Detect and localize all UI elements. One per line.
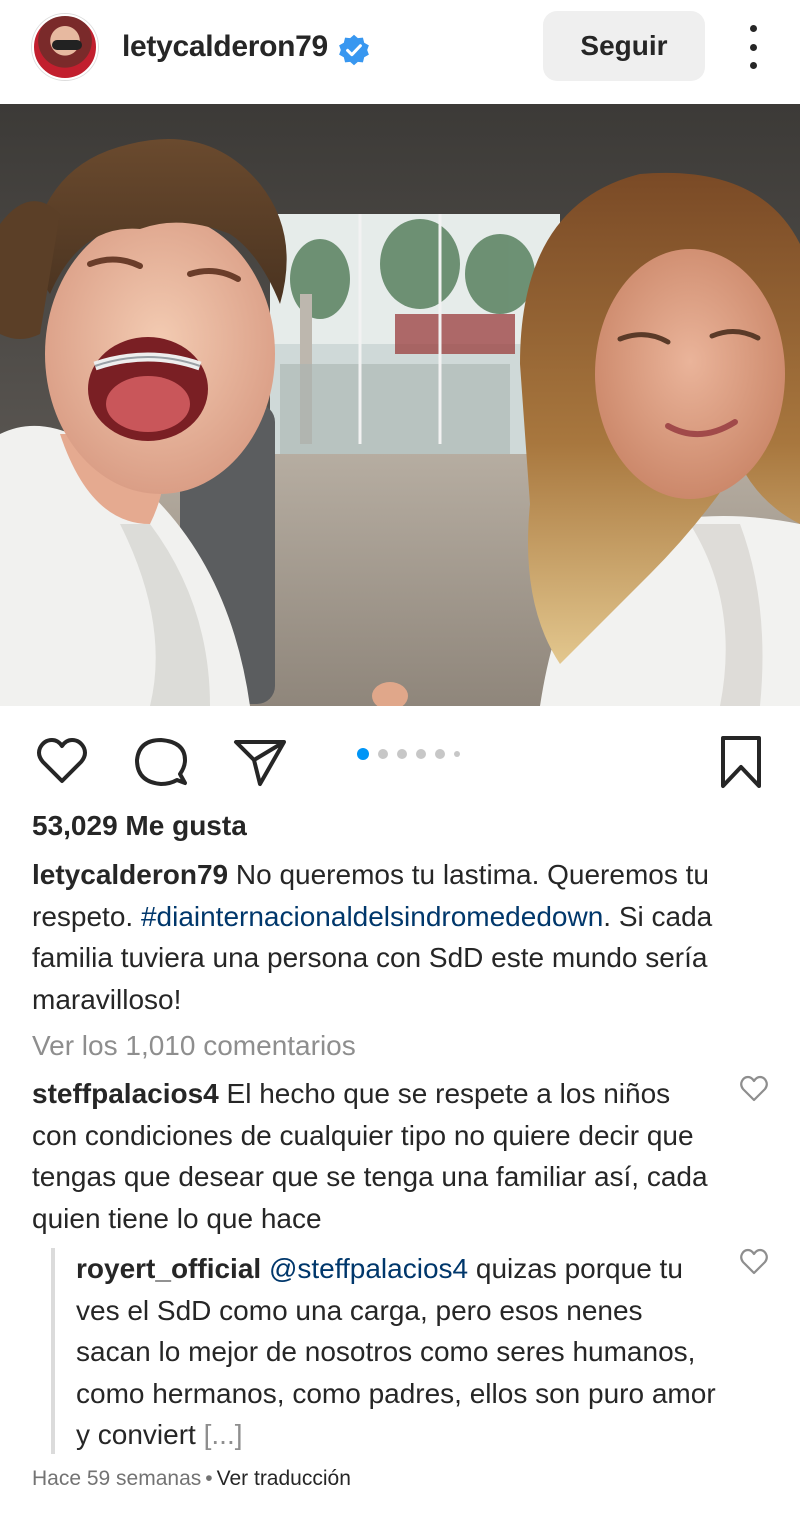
username[interactable]: letycalderon79 (122, 30, 328, 64)
post-timestamp: Hace 59 semanas (32, 1467, 202, 1490)
comment-reply: royert_official @steffpalacios4 quizas p… (76, 1248, 721, 1456)
carousel-dot[interactable] (378, 749, 388, 759)
carousel-dot[interactable] (397, 749, 407, 759)
avatar-glasses (52, 40, 82, 50)
carousel-dot[interactable] (435, 749, 445, 759)
post-photo-illustration (0, 104, 800, 706)
caption-hashtag[interactable]: #diainternacionaldelsindromededown (141, 901, 603, 932)
profile-avatar[interactable] (32, 14, 98, 80)
heart-icon[interactable] (34, 734, 90, 790)
comment: steffpalacios4 El hecho que se respete a… (32, 1073, 722, 1239)
likes-count[interactable]: 53,029 Me gusta (32, 810, 247, 842)
follow-button[interactable]: Seguir (543, 11, 705, 81)
view-all-comments-link[interactable]: Ver los 1,010 comentarios (32, 1030, 356, 1062)
see-translation-link[interactable]: Ver traducción (217, 1467, 351, 1490)
comment-like-heart-icon[interactable] (739, 1075, 769, 1103)
reply-more-link[interactable]: [...] (204, 1419, 243, 1450)
bookmark-icon[interactable] (713, 734, 769, 790)
carousel-dot[interactable] (357, 748, 369, 760)
carousel-dot[interactable] (454, 751, 460, 757)
caption-username[interactable]: letycalderon79 (32, 859, 228, 890)
reply-thread-line (51, 1248, 55, 1454)
carousel-dot[interactable] (416, 749, 426, 759)
post-image[interactable] (0, 104, 800, 706)
comment-icon[interactable] (133, 734, 189, 790)
share-icon[interactable] (232, 734, 288, 790)
reply-username[interactable]: royert_official (76, 1253, 261, 1284)
reply-like-heart-icon[interactable] (739, 1248, 769, 1276)
post-caption: letycalderon79 No queremos tu lastima. Q… (32, 854, 777, 1020)
verified-badge-icon (339, 34, 369, 66)
post-header: letycalderon79 Seguir (0, 0, 800, 104)
carousel-indicator (357, 748, 460, 760)
reply-mention[interactable]: @steffpalacios4 (269, 1253, 468, 1284)
comment-username[interactable]: steffpalacios4 (32, 1078, 219, 1109)
post-footer: Hace 59 semanas • Ver traducción (32, 1467, 351, 1491)
footer-separator: • (205, 1467, 213, 1490)
more-vertical-icon[interactable] (738, 25, 768, 69)
